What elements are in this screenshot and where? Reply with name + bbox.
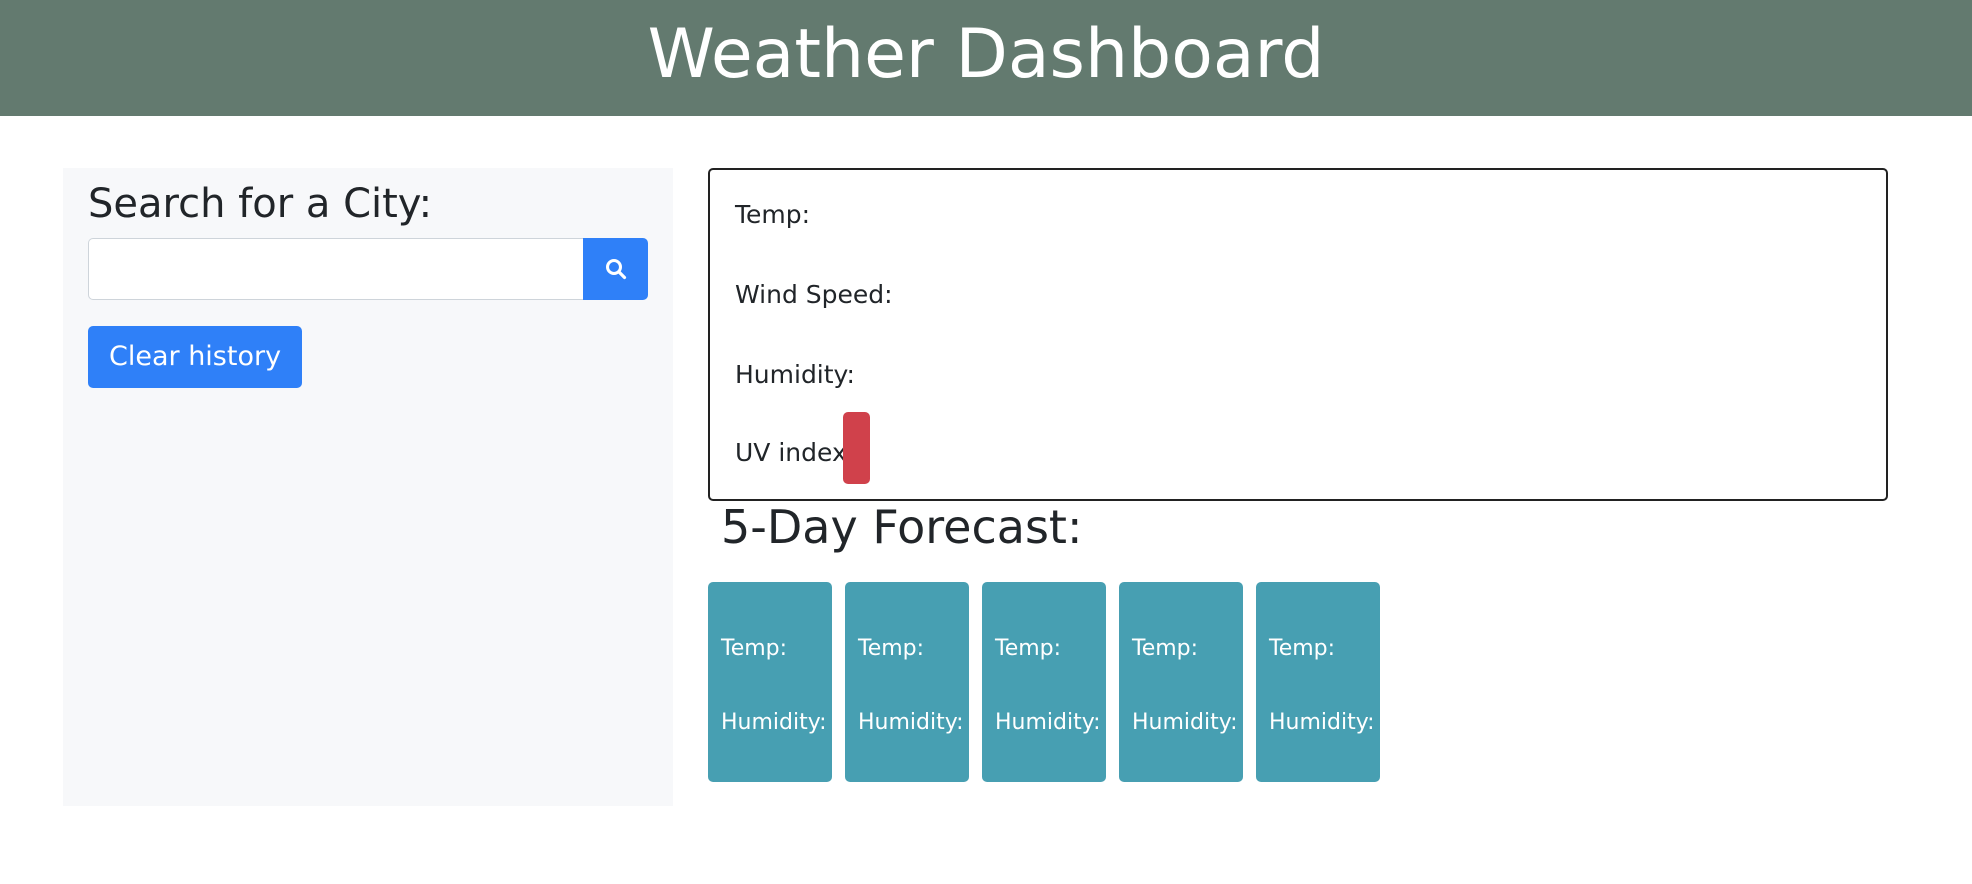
search-sidebar: Search for a City: Clear history bbox=[63, 168, 673, 806]
current-uv-label: UV index: bbox=[735, 438, 856, 467]
search-button[interactable] bbox=[583, 238, 648, 300]
page-title: Weather Dashboard bbox=[647, 15, 1325, 94]
forecast-title: 5-Day Forecast: bbox=[721, 500, 1083, 554]
page-header: Weather Dashboard bbox=[0, 0, 1972, 116]
forecast-humidity-label: Humidity: bbox=[1132, 710, 1238, 735]
search-heading: Search for a City: bbox=[88, 181, 433, 227]
current-humidity-label: Humidity: bbox=[735, 360, 855, 389]
forecast-card: Temp: Humidity: bbox=[708, 582, 832, 782]
current-wind-label: Wind Speed: bbox=[735, 280, 893, 309]
forecast-card: Temp: Humidity: bbox=[1119, 582, 1243, 782]
forecast-temp-label: Temp: bbox=[858, 636, 925, 661]
forecast-humidity-label: Humidity: bbox=[858, 710, 964, 735]
forecast-temp-label: Temp: bbox=[721, 636, 788, 661]
city-search-input[interactable] bbox=[88, 238, 583, 300]
forecast-humidity-label: Humidity: bbox=[995, 710, 1101, 735]
current-temp-label: Temp: bbox=[735, 200, 811, 229]
uv-index-badge bbox=[843, 412, 870, 484]
forecast-card: Temp: Humidity: bbox=[982, 582, 1106, 782]
forecast-card: Temp: Humidity: bbox=[845, 582, 969, 782]
forecast-card: Temp: Humidity: bbox=[1256, 582, 1380, 782]
forecast-temp-label: Temp: bbox=[1132, 636, 1199, 661]
search-icon bbox=[605, 259, 626, 280]
forecast-temp-label: Temp: bbox=[995, 636, 1062, 661]
forecast-temp-label: Temp: bbox=[1269, 636, 1336, 661]
current-weather-panel: Temp: Wind Speed: Humidity: UV index: bbox=[708, 168, 1888, 501]
forecast-humidity-label: Humidity: bbox=[721, 710, 827, 735]
forecast-humidity-label: Humidity: bbox=[1269, 710, 1375, 735]
search-row bbox=[88, 238, 648, 300]
clear-history-button[interactable]: Clear history bbox=[88, 326, 303, 388]
